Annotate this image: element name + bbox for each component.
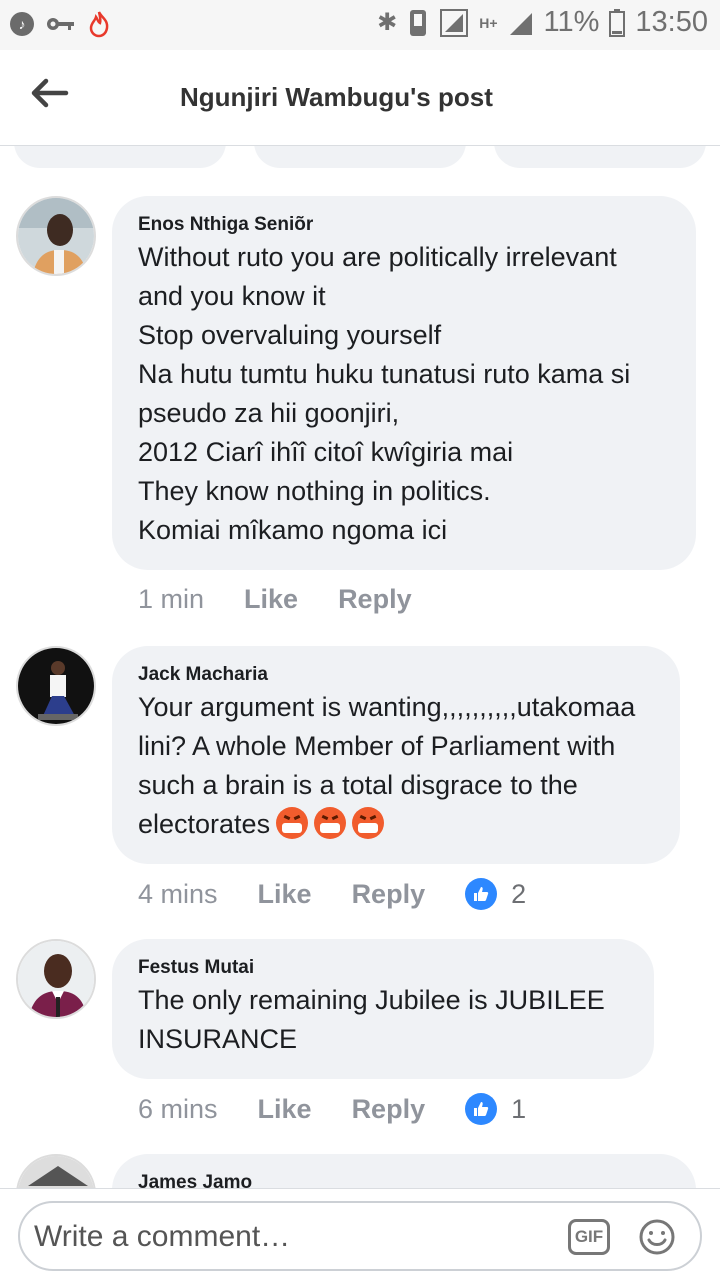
avatar[interactable] [16, 1154, 96, 1188]
comment-meta: 1 min Like Reply [138, 584, 452, 615]
like-action-pill[interactable] [14, 146, 226, 168]
comment-composer-bar: GIF [0, 1188, 720, 1280]
share-action-pill[interactable] [494, 146, 706, 168]
comment-text-wrap: Your argument is wanting,,,,,,,,,,utakom… [138, 688, 654, 844]
like-button[interactable]: Like [258, 879, 312, 910]
post-actions-row [0, 146, 720, 170]
thumbs-up-icon[interactable] [465, 1093, 498, 1125]
gif-button[interactable]: GIF [568, 1219, 610, 1255]
comment-bubble[interactable]: James Jamo [112, 1154, 696, 1188]
like-button[interactable]: Like [258, 1094, 312, 1125]
comment-author[interactable]: Jack Macharia [138, 662, 654, 688]
comment-text: Without ruto you are politically irrelev… [138, 242, 631, 545]
comment-time: 6 mins [138, 1093, 218, 1124]
comment-item: James Jamo [0, 1154, 720, 1188]
comment-text: The only remaining Jubilee is JUBILEE IN… [138, 985, 605, 1054]
signal-icon [440, 8, 469, 37]
comment-time: 4 mins [138, 878, 218, 909]
comment-input[interactable] [34, 1217, 554, 1257]
reply-button[interactable]: Reply [352, 1094, 426, 1125]
comment-bubble[interactable]: Festus Mutai The only remaining Jubilee … [112, 939, 654, 1079]
reaction-count[interactable]: 2 [511, 879, 526, 910]
smiley-icon[interactable] [638, 1218, 676, 1256]
comment-bubble[interactable]: Jack Macharia Your argument is wanting,,… [112, 646, 680, 864]
battery-icon [609, 8, 626, 37]
battery-percent: 11% [543, 6, 600, 38]
avatar[interactable] [16, 939, 96, 1019]
music-icon: ♪ [10, 12, 34, 36]
comment-composer: GIF [18, 1201, 702, 1271]
comment-meta: 6 mins Like Reply 1 [138, 1093, 526, 1125]
comment-author[interactable]: Festus Mutai [138, 955, 628, 981]
comment-action-pill[interactable] [254, 146, 466, 168]
thumbs-up-icon[interactable] [465, 878, 498, 910]
reaction-count[interactable]: 1 [511, 1094, 526, 1125]
bluetooth-icon: ✱ [377, 9, 398, 36]
comment-meta: 4 mins Like Reply 2 [138, 878, 526, 910]
comment-text: Your argument is wanting,,,,,,,,,,utakom… [138, 692, 636, 839]
comment-time: 1 min [138, 584, 205, 614]
angry-face-icon [352, 807, 385, 839]
key-icon [47, 18, 74, 30]
reply-button[interactable]: Reply [352, 879, 426, 910]
avatar[interactable] [16, 196, 96, 276]
status-bar: ♪ ✱ H+ 11% 13:50 [0, 0, 720, 50]
comment-author[interactable]: Enos Nthiga Seniõr [138, 212, 670, 238]
angry-face-icon [314, 807, 347, 839]
cell-signal-icon [509, 12, 532, 35]
network-type: H+ [479, 14, 498, 31]
avatar[interactable] [16, 646, 96, 726]
fire-icon [89, 11, 109, 38]
comment-author[interactable]: James Jamo [138, 1170, 670, 1188]
comment-bubble[interactable]: Enos Nthiga Seniõr Without ruto you are … [112, 196, 696, 570]
post-header: Ngunjiri Wambugu's post [0, 50, 720, 146]
vibrate-icon [410, 9, 427, 36]
clock: 13:50 [635, 6, 708, 38]
like-button[interactable]: Like [244, 584, 298, 615]
page-title: Ngunjiri Wambugu's post [180, 82, 493, 112]
angry-face-icon [276, 807, 309, 839]
arrow-left-icon[interactable] [30, 76, 70, 110]
reply-button[interactable]: Reply [338, 584, 412, 615]
